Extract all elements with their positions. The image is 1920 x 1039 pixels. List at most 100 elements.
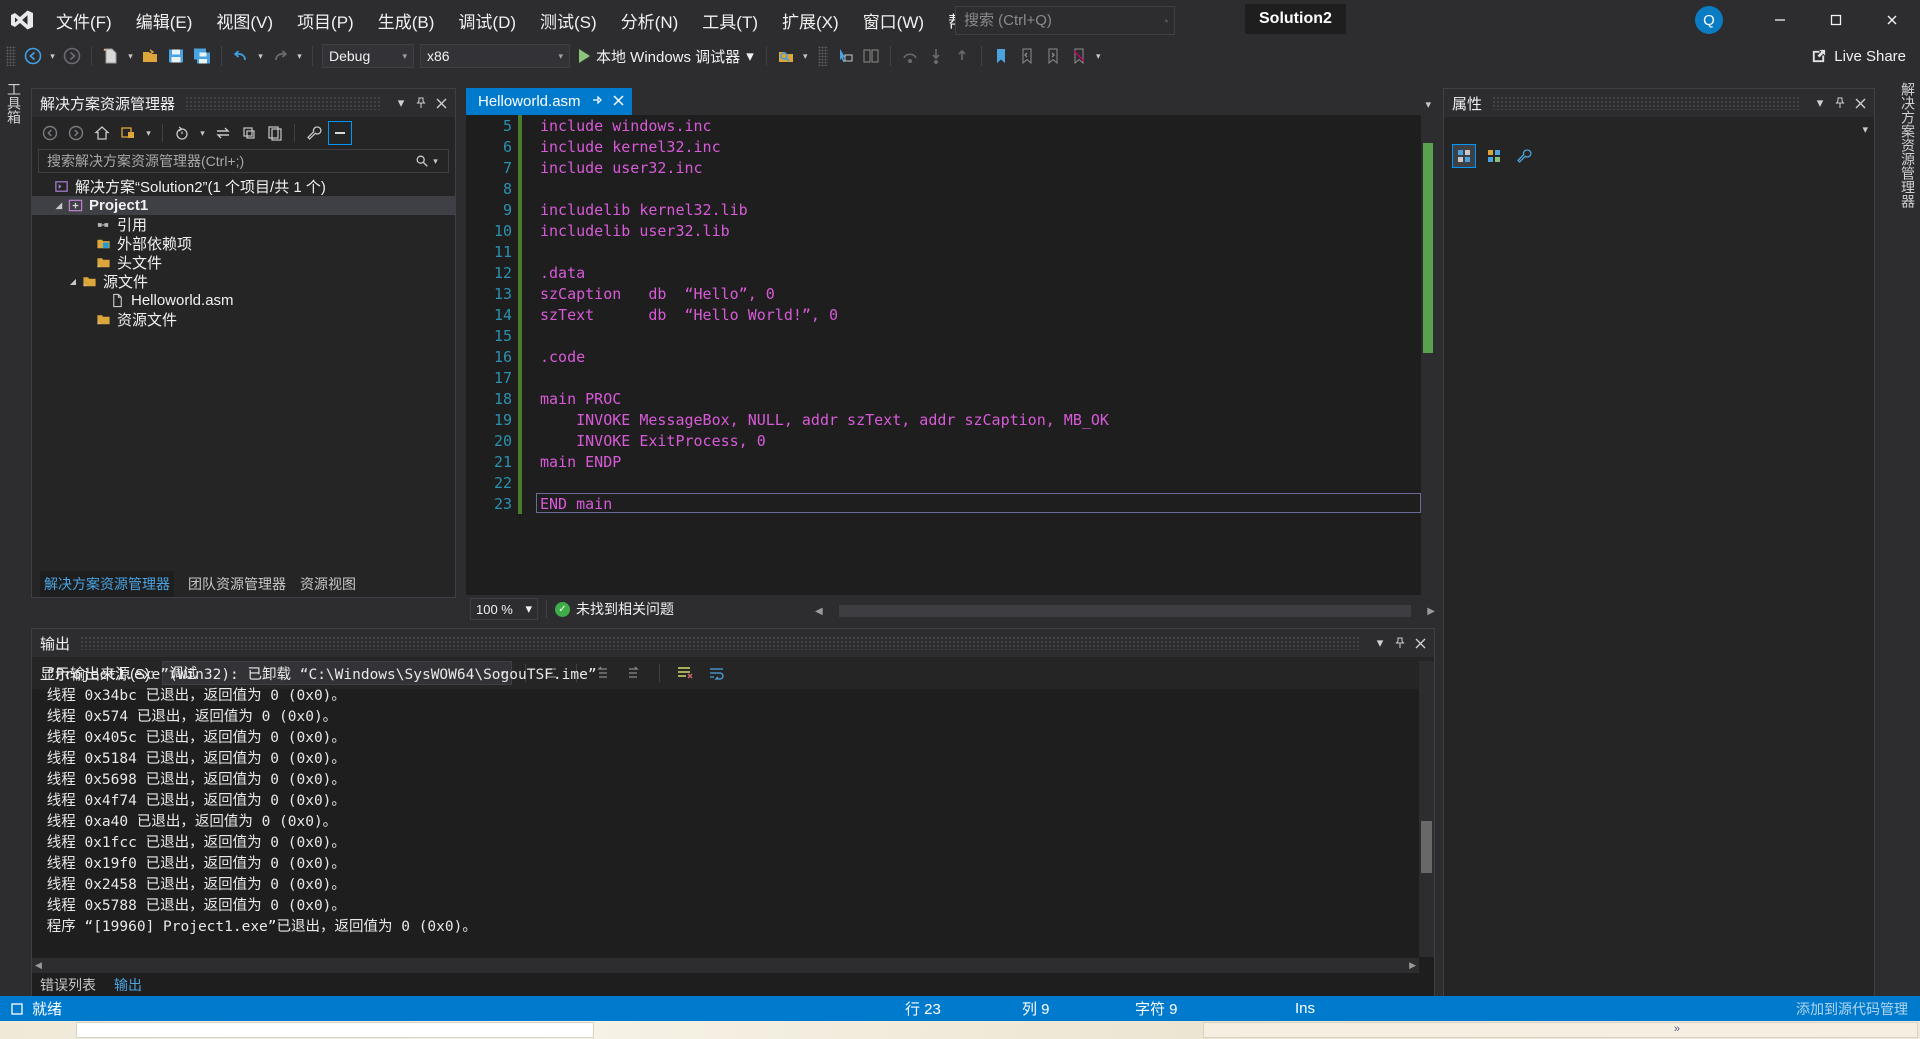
editor-vertical-scrollbar[interactable] [1421, 115, 1435, 595]
feedback-icon[interactable]: Q [1695, 6, 1723, 34]
bookmark-icon[interactable] [988, 43, 1014, 69]
attach-to-process-icon[interactable] [773, 43, 799, 69]
previous-bookmark-icon[interactable] [1014, 43, 1040, 69]
tab-resource-view[interactable]: 资源视图 [300, 574, 356, 594]
scrollbar-thumb[interactable] [1423, 143, 1433, 353]
code-line[interactable]: 14 szText db “Hello World!”, 0 [466, 304, 1435, 325]
search-options-dropdown-icon[interactable]: ▾ [429, 148, 442, 174]
pin-icon[interactable] [1390, 632, 1410, 654]
code-line[interactable]: 18 main PROC [466, 388, 1435, 409]
menu-item-edit[interactable]: 编辑(E) [126, 4, 203, 37]
code-editor[interactable]: 5 include windows.inc 6 include kernel32.in… [466, 115, 1435, 595]
solution-explorer-vertical-tab[interactable]: 解决方案资源管理器 [1894, 76, 1920, 214]
save-all-icon[interactable] [189, 43, 215, 69]
code-line[interactable]: 19 INVOKE MessageBox, NULL, addr szText,… [466, 409, 1435, 430]
code-line[interactable]: 17 [466, 367, 1435, 388]
code-line[interactable]: 20 INVOKE ExitProcess, 0 [466, 430, 1435, 451]
editor-zoom-combo[interactable]: 100 % ▾ [470, 598, 538, 620]
attach-dropdown-icon[interactable]: ▾ [799, 43, 812, 69]
menu-item-tools[interactable]: 工具(T) [692, 4, 768, 37]
start-debugging-button[interactable]: 本地 Windows 调试器 ▾ [573, 46, 760, 67]
tree-item-7[interactable]: 资源文件 [32, 310, 455, 329]
menu-item-window[interactable]: 窗口(W) [853, 4, 934, 37]
new-file-dropdown-icon[interactable]: ▾ [124, 43, 137, 69]
collapse-all-icon[interactable] [237, 121, 261, 145]
close-button[interactable] [1864, 0, 1920, 40]
scrollbar-thumb[interactable] [1421, 821, 1432, 873]
property-pages-icon[interactable] [1512, 144, 1536, 168]
save-icon[interactable] [163, 43, 189, 69]
close-icon[interactable] [613, 94, 624, 109]
menu-item-project[interactable]: 项目(P) [287, 4, 364, 37]
code-line[interactable]: 13 szCaption db “Hello”, 0 [466, 283, 1435, 304]
solution-explorer-search-input[interactable] [45, 152, 415, 170]
panel-menu-icon[interactable]: ▾ [391, 92, 411, 114]
output-vertical-scrollbar[interactable] [1419, 661, 1434, 957]
output-horizontal-scrollbar[interactable]: ◀ ▶ [32, 958, 1419, 973]
taskbar-segment[interactable] [1203, 1022, 1918, 1038]
panel-menu-icon[interactable]: ▾ [1810, 92, 1830, 114]
categorized-view-icon[interactable] [1452, 144, 1476, 168]
redo-icon[interactable] [267, 43, 293, 69]
menu-item-extensions[interactable]: 扩展(X) [772, 4, 849, 37]
tree-item-2[interactable]: 引用 [32, 215, 455, 234]
tab-strip-overflow-icon[interactable]: ▾ [1425, 98, 1431, 111]
tab-output[interactable]: 输出 [110, 973, 146, 997]
solution-platform-combo[interactable]: x86 ▾ [420, 44, 570, 68]
code-line[interactable]: 5 include windows.inc [466, 115, 1435, 136]
tree-item-3[interactable]: 外部依赖项 [32, 234, 455, 253]
show-all-files-icon[interactable] [116, 121, 140, 145]
scrollbar-thumb[interactable] [838, 605, 1412, 617]
code-line[interactable]: 9 includelib kernel32.lib [466, 199, 1435, 220]
scroll-left-icon[interactable]: ◀ [815, 606, 823, 617]
select-element-icon[interactable] [832, 43, 858, 69]
maximize-button[interactable] [1808, 0, 1864, 40]
editor-horizontal-scrollbar[interactable]: ◀ ▶ [815, 603, 1435, 619]
minimize-button[interactable] [1752, 0, 1808, 40]
pin-icon[interactable] [411, 92, 431, 114]
expand-arrow-icon[interactable]: ◢ [66, 277, 80, 286]
code-line[interactable]: 21 main ENDP [466, 451, 1435, 472]
redo-dropdown-icon[interactable]: ▾ [293, 43, 306, 69]
expand-arrow-icon[interactable]: ◢ [52, 201, 66, 210]
back-icon[interactable] [38, 121, 62, 145]
step-out-icon[interactable] [949, 43, 975, 69]
tree-item-4[interactable]: 头文件 [32, 253, 455, 272]
tree-item-1[interactable]: ◢ Project1 [32, 196, 455, 215]
pending-changes-icon[interactable] [170, 121, 194, 145]
toolbox-vertical-tab[interactable]: 工具箱 [0, 76, 26, 196]
menu-item-test[interactable]: 测试(S) [530, 4, 607, 37]
new-file-icon[interactable] [98, 43, 124, 69]
menu-item-analyze[interactable]: 分析(N) [611, 4, 689, 37]
undo-icon[interactable] [228, 43, 254, 69]
code-line[interactable]: 11 [466, 241, 1435, 262]
pending-changes-dropdown-icon[interactable]: ▾ [196, 120, 209, 146]
document-tab-helloworld[interactable]: Helloworld.asm [466, 88, 632, 115]
next-bookmark-icon[interactable] [1040, 43, 1066, 69]
sync-icon[interactable] [211, 121, 235, 145]
preview-selected-items-icon[interactable] [328, 121, 352, 145]
wrench-icon[interactable] [302, 121, 326, 145]
pin-icon[interactable] [591, 94, 603, 109]
output-text-area[interactable]: “Project1.exe”(Win32): 已卸载 “C:\Windows\S… [32, 661, 1418, 957]
search-input[interactable] [962, 11, 1165, 30]
clear-bookmarks-icon[interactable] [1066, 43, 1092, 69]
toolbar-grip[interactable] [817, 46, 828, 66]
properties-overflow-icon[interactable]: ▾ [1862, 123, 1868, 136]
navigate-back-icon[interactable] [20, 43, 46, 69]
toolbar-overflow-icon[interactable]: ▾ [1092, 43, 1105, 69]
code-line[interactable]: 10 includelib user32.lib [466, 220, 1435, 241]
show-all-files-dropdown-icon[interactable]: ▾ [142, 120, 155, 146]
navigate-back-dropdown-icon[interactable]: ▾ [46, 43, 59, 69]
code-line[interactable]: 22 [466, 472, 1435, 493]
solution-explorer-search[interactable]: ▾ [38, 149, 449, 173]
toolbar-grip[interactable] [6, 46, 16, 66]
tab-team-explorer[interactable]: 团队资源管理器 [188, 574, 286, 594]
scroll-right-icon[interactable]: ▶ [1427, 606, 1435, 617]
code-line[interactable]: 7 include user32.inc [466, 157, 1435, 178]
tab-error-list[interactable]: 错误列表 [40, 975, 96, 995]
tree-item-5[interactable]: ◢ 源文件 [32, 272, 455, 291]
open-file-icon[interactable] [137, 43, 163, 69]
code-line[interactable]: 15 [466, 325, 1435, 346]
code-line[interactable]: 8 [466, 178, 1435, 199]
